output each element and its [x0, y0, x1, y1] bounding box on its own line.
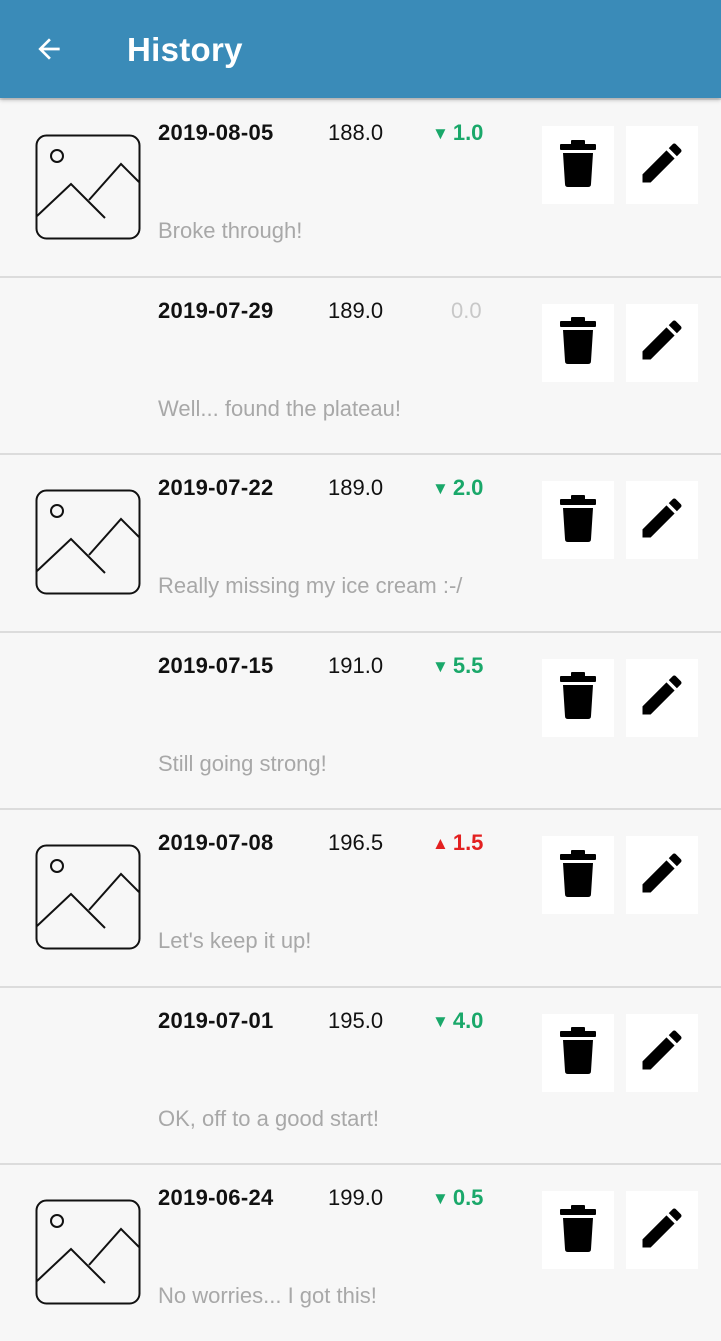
entry-note: Broke through!	[158, 218, 303, 243]
entry-weight: 196.5	[328, 830, 384, 855]
pencil-icon	[636, 137, 688, 194]
trash-icon	[558, 315, 598, 370]
entry-date: 2019-07-01	[158, 1007, 274, 1033]
entry-note: Let's keep it up!	[158, 928, 312, 953]
edit-button[interactable]	[626, 126, 698, 204]
change-direction-icon: ▼	[432, 479, 449, 498]
history-row[interactable]: 2019-07-08 196.5 ▲ 1.5 Let's keep it up!	[0, 808, 721, 986]
pencil-icon	[636, 847, 688, 904]
edit-button[interactable]	[626, 481, 698, 559]
delete-button[interactable]	[542, 303, 614, 382]
history-list: 2019-08-05 188.0 ▼ 1.0 Broke through! 2019-07…	[0, 98, 721, 1341]
entry-weight: 189.0	[328, 297, 384, 323]
change-value: 4.0	[452, 1007, 484, 1033]
change-value: 1.0	[452, 120, 484, 145]
delete-button[interactable]	[542, 1013, 614, 1092]
change-value: 2.0	[452, 475, 484, 500]
edit-button[interactable]	[626, 1191, 698, 1269]
weight-change: ▼ 4.0	[432, 1008, 483, 1034]
trash-icon	[558, 493, 598, 548]
delete-button[interactable]	[542, 658, 614, 737]
change-direction-icon: ▼	[432, 124, 449, 143]
app-bar: History	[0, 0, 721, 98]
pencil-icon	[636, 492, 688, 549]
history-row[interactable]: 2019-08-05 188.0 ▼ 1.0 Broke through!	[0, 98, 721, 276]
entry-weight: 188.0	[328, 120, 384, 145]
history-row[interactable]: 2019-07-22 189.0 ▼ 2.0 Really missing my ice…	[0, 453, 721, 631]
change-direction-icon: ▲	[432, 834, 449, 853]
entry-date: 2019-06-24	[158, 1185, 274, 1210]
pencil-icon	[636, 1202, 688, 1259]
trash-icon	[558, 1025, 598, 1080]
change-value: 0.5	[452, 1185, 484, 1210]
edit-button[interactable]	[626, 836, 698, 914]
image-placeholder-icon[interactable]	[35, 844, 141, 950]
weight-change: ▼ 0.5	[432, 1185, 483, 1211]
entry-date: 2019-08-05	[158, 120, 274, 145]
change-direction-icon: ▼	[432, 1189, 449, 1208]
entry-note: No worries... I got this!	[158, 1283, 377, 1308]
entry-weight: 199.0	[328, 1185, 384, 1210]
change-value: 5.5	[452, 652, 484, 678]
entry-weight: 195.0	[328, 1007, 384, 1033]
change-direction-icon: ▼	[432, 1011, 449, 1031]
pencil-icon	[636, 1024, 688, 1081]
back-button[interactable]	[22, 22, 76, 76]
weight-change: ▼ 5.5	[432, 653, 483, 679]
entry-date: 2019-07-22	[158, 475, 274, 500]
history-row[interactable]: 2019-06-24 199.0 ▼ 0.5 No worries... I got t…	[0, 1163, 721, 1341]
page-title: History	[127, 31, 243, 68]
delete-button[interactable]	[542, 481, 614, 559]
delete-button[interactable]	[542, 836, 614, 914]
entry-weight: 191.0	[328, 652, 384, 678]
trash-icon	[558, 848, 598, 903]
change-value: 0.0	[451, 297, 482, 323]
weight-change: ▲ 1.5	[432, 830, 483, 856]
image-placeholder-icon[interactable]	[35, 134, 141, 240]
trash-icon	[558, 138, 598, 193]
entry-date: 2019-07-29	[158, 297, 274, 323]
history-row[interactable]: 2019-07-15 191.0 ▼ 5.5 Still going strong!	[0, 630, 721, 808]
arrow-left-icon	[38, 38, 60, 60]
weight-change: ▼ 2.0	[432, 475, 483, 501]
entry-date: 2019-07-15	[158, 652, 274, 678]
weight-change: ▼ 1.0	[432, 120, 483, 146]
delete-button[interactable]	[542, 1191, 614, 1269]
edit-button[interactable]	[626, 1013, 698, 1092]
entry-note: Really missing my ice cream :-/	[158, 573, 463, 598]
image-placeholder-icon[interactable]	[35, 1199, 141, 1305]
pencil-icon	[636, 669, 688, 726]
entry-weight: 189.0	[328, 475, 384, 500]
edit-button[interactable]	[626, 303, 698, 382]
trash-icon	[558, 1203, 598, 1258]
change-value: 1.5	[452, 830, 484, 855]
entry-note: OK, off to a good start!	[158, 1105, 379, 1131]
change-direction-icon: ▼	[432, 656, 449, 676]
history-row[interactable]: 2019-07-29 189.0 0.0 Well... found the plat…	[0, 275, 721, 453]
entry-date: 2019-07-08	[158, 830, 274, 855]
delete-button[interactable]	[542, 126, 614, 204]
edit-button[interactable]	[626, 658, 698, 737]
image-placeholder-icon[interactable]	[35, 489, 141, 595]
pencil-icon	[636, 314, 688, 371]
history-row[interactable]: 2019-07-01 195.0 ▼ 4.0 OK, off to a good sta…	[0, 985, 721, 1163]
entry-note: Still going strong!	[158, 750, 327, 776]
entry-note: Well... found the plateau!	[158, 395, 401, 421]
weight-change: 0.0	[447, 298, 482, 324]
trash-icon	[558, 670, 598, 725]
